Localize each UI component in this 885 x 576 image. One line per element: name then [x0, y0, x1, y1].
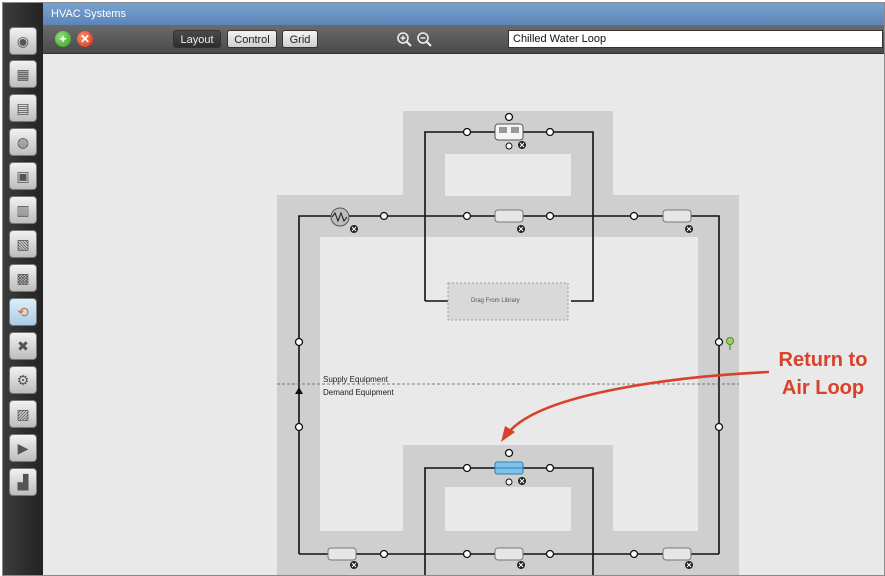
spaces-icon: ▩ — [16, 269, 30, 286]
sidebar-item-space-types[interactable]: ▣ — [9, 162, 37, 190]
constructions-icon: ▤ — [16, 99, 30, 116]
sidebar-item-loads[interactable]: ◍ — [9, 128, 37, 156]
node[interactable] — [504, 112, 514, 122]
boiler-component[interactable] — [330, 207, 350, 227]
node[interactable] — [379, 549, 389, 559]
tab-control[interactable]: Control — [227, 30, 277, 48]
sidebar-item-building-summary[interactable]: ✖ — [9, 332, 37, 360]
node[interactable] — [629, 211, 639, 221]
hvac-systems-icon: ⟲ — [17, 303, 29, 320]
node[interactable] — [545, 463, 555, 473]
tab-grid[interactable]: Grid — [282, 30, 318, 48]
sidebar: ◉ ▦ ▤ ◍ ▣ ▥ ▧ ▩ ⟲ ✖ ⚙ ▨ ▶ ▟ — [3, 3, 43, 575]
node[interactable] — [504, 448, 514, 458]
geometry-icon: ▥ — [16, 201, 30, 218]
node[interactable] — [379, 211, 389, 221]
demand-equipment-label: Demand Equipment — [323, 388, 394, 397]
sidebar-item-results-summary[interactable]: ▟ — [9, 468, 37, 496]
callout-line-2: Air Loop — [781, 377, 865, 399]
node[interactable] — [714, 337, 724, 347]
space-types-icon: ▣ — [16, 167, 30, 184]
tab-layout[interactable]: Layout — [173, 30, 221, 48]
supply-equipment-label: Supply Equipment — [323, 375, 388, 384]
sidebar-item-site[interactable]: ◉ — [9, 27, 37, 55]
callout-line-1: Return to — [778, 349, 868, 371]
node[interactable] — [714, 422, 724, 432]
loop-canvas[interactable]: Drag From Library Supply Equipment Deman… — [43, 54, 884, 575]
node[interactable] — [545, 549, 555, 559]
results-summary-icon: ▟ — [17, 473, 29, 490]
run-simulation-icon: ▶ — [17, 439, 29, 456]
zoom-in-icon[interactable] — [396, 30, 412, 48]
add-loop-button[interactable]: + — [55, 31, 71, 47]
toolbar: + ✕ Layout Control Grid Chilled Water Lo… — [43, 25, 884, 54]
window-title: HVAC Systems — [43, 3, 884, 25]
sidebar-item-schedules[interactable]: ▦ — [9, 60, 37, 88]
schedules-icon: ▦ — [16, 65, 30, 82]
building-summary-icon: ✖ — [17, 337, 29, 354]
node[interactable] — [545, 127, 555, 137]
plant-loop-diagram — [277, 111, 770, 575]
sidebar-item-geometry[interactable]: ▥ — [9, 196, 37, 224]
zoom-out-icon[interactable] — [416, 30, 432, 48]
sidebar-item-run-simulation[interactable]: ▶ — [9, 434, 37, 462]
node[interactable] — [545, 211, 555, 221]
sidebar-item-hvac-systems[interactable]: ⟲ — [9, 298, 37, 326]
callout-text: Return to Air Loop — [768, 346, 878, 402]
node[interactable] — [629, 549, 639, 559]
loads-icon: ◍ — [16, 133, 30, 150]
node[interactable] — [462, 127, 472, 137]
sidebar-item-output-variables[interactable]: ⚙ — [9, 366, 37, 394]
sidebar-item-spaces[interactable]: ▩ — [9, 264, 37, 292]
node[interactable] — [294, 422, 304, 432]
site-icon: ◉ — [16, 32, 30, 49]
remove-loop-button[interactable]: ✕ — [77, 31, 93, 47]
node[interactable] — [462, 463, 472, 473]
loop-selector-dropdown[interactable]: Chilled Water Loop — [508, 30, 883, 48]
facility-icon: ▧ — [16, 235, 30, 252]
drop-zone-label: Drag From Library — [471, 298, 520, 304]
sidebar-item-facility[interactable]: ▧ — [9, 230, 37, 258]
output-variables-icon: ⚙ — [16, 371, 30, 388]
sidebar-item-constructions[interactable]: ▤ — [9, 94, 37, 122]
simulation-settings-icon: ▨ — [16, 405, 30, 422]
node[interactable] — [462, 549, 472, 559]
sidebar-item-simulation-settings[interactable]: ▨ — [9, 400, 37, 428]
node[interactable] — [294, 337, 304, 347]
node[interactable] — [462, 211, 472, 221]
app-window: ◉ ▦ ▤ ◍ ▣ ▥ ▧ ▩ ⟲ ✖ ⚙ ▨ ▶ ▟ HVAC Systems… — [2, 2, 885, 576]
